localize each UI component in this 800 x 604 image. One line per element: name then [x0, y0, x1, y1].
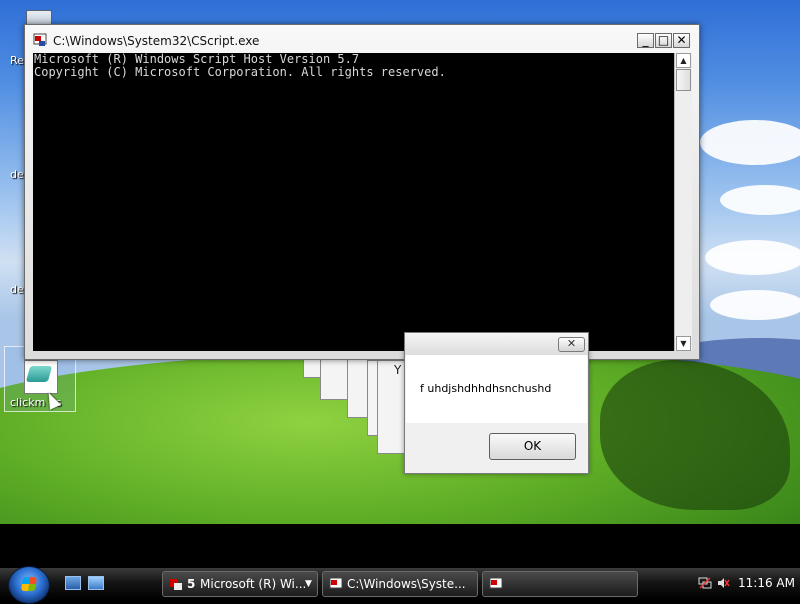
- show-desktop-icon[interactable]: [65, 576, 81, 590]
- taskbar-button-label: C:\Windows\Syste...: [347, 577, 466, 591]
- switch-windows-icon[interactable]: [88, 576, 104, 590]
- taskbar-button-label: Microsoft (R) Wi...: [200, 577, 307, 591]
- black-strip: [0, 524, 800, 568]
- taskbar-group-count: 5: [187, 577, 196, 591]
- console-line: Copyright (C) Microsoft Corporation. All…: [34, 65, 446, 79]
- minimize-button[interactable]: _: [637, 33, 654, 48]
- volume-muted-icon[interactable]: [716, 576, 730, 590]
- console-app-icon: [33, 33, 47, 46]
- message-box-dialog[interactable]: ✕ f uhdjshdhhdhsnchushd OK: [404, 332, 589, 474]
- maximize-button[interactable]: □: [655, 33, 672, 48]
- script-host-icon: [170, 579, 182, 590]
- taskbar-button-console[interactable]: C:\Windows\Syste...: [322, 571, 478, 597]
- cloud: [705, 240, 800, 275]
- console-titlebar[interactable]: C:\Windows\System32\CScript.exe _ □ ✕: [25, 25, 699, 55]
- network-icon[interactable]: [698, 576, 712, 590]
- cloud: [720, 185, 800, 215]
- chevron-down-icon: ▼: [305, 579, 312, 589]
- vbs-script-icon[interactable]: [20, 358, 62, 394]
- taskbar-button-third[interactable]: [482, 571, 638, 597]
- message-box-titlebar[interactable]: ✕: [405, 333, 588, 355]
- message-box-close-button[interactable]: ✕: [558, 337, 585, 352]
- taskbar: 5 Microsoft (R) Wi... ▼ C:\Windows\Syste…: [0, 566, 800, 604]
- message-box-body: f uhdjshdhhdhsnchushd: [406, 355, 587, 423]
- cloud: [700, 120, 800, 165]
- console-taskbar-icon: [329, 577, 343, 589]
- start-button[interactable]: [8, 566, 50, 604]
- ok-button[interactable]: OK: [489, 433, 576, 460]
- ghost-window-letter: Y: [394, 363, 402, 377]
- taskbar-button-wsh-group[interactable]: 5 Microsoft (R) Wi... ▼: [162, 571, 318, 597]
- console-taskbar-icon: [489, 577, 503, 589]
- desktop-icon-label: de: [10, 168, 24, 181]
- recycle-bin-label: Re: [10, 54, 24, 67]
- console-title: C:\Windows\System32\CScript.exe: [53, 34, 260, 48]
- scroll-down-arrow-icon[interactable]: ▼: [676, 336, 691, 351]
- clock[interactable]: 11:16 AM: [738, 576, 795, 590]
- desktop-icon-label: de: [10, 283, 24, 296]
- console-output[interactable]: Microsoft (R) Windows Script Host Versio…: [33, 53, 674, 351]
- cscript-console-window[interactable]: C:\Windows\System32\CScript.exe _ □ ✕ Mi…: [24, 24, 700, 360]
- console-scrollbar[interactable]: ▲ ▼: [674, 53, 692, 351]
- scroll-up-arrow-icon[interactable]: ▲: [676, 53, 691, 68]
- system-tray: 11:16 AM: [694, 568, 800, 600]
- cloud: [710, 290, 800, 320]
- close-button[interactable]: ✕: [673, 33, 690, 48]
- scroll-thumb[interactable]: [676, 69, 691, 91]
- windows-logo-icon: [21, 577, 37, 591]
- message-text: f uhdjshdhhdhsnchushd: [420, 382, 552, 395]
